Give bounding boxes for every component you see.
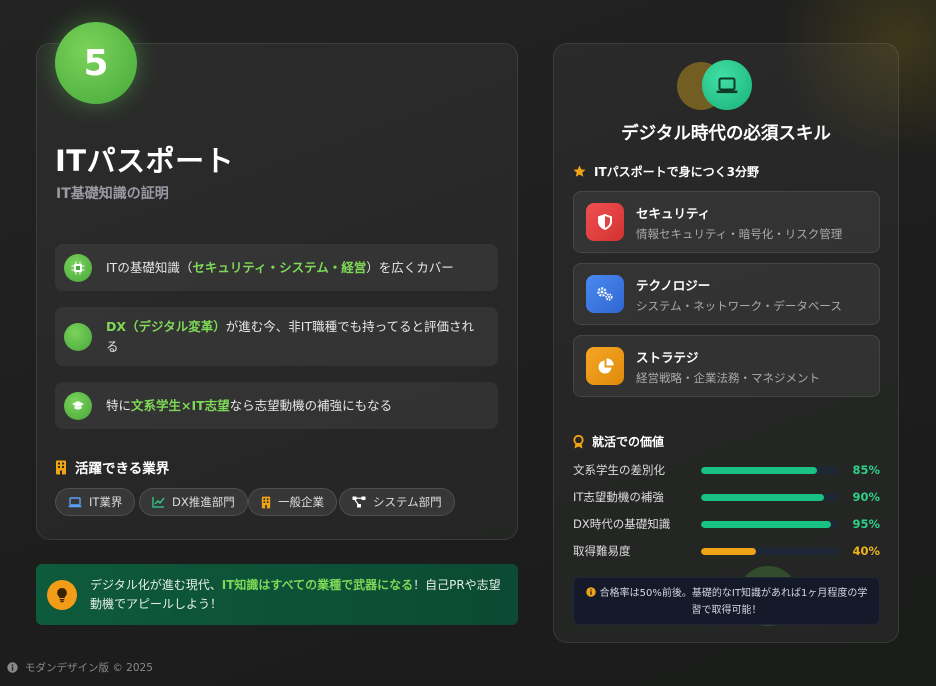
progress-percent: 40%: [852, 544, 880, 558]
value-bar-row: 取得難易度 40%: [573, 544, 880, 558]
value-bar-row: IT志望動機の補強 90%: [573, 490, 880, 504]
progress-percent: 85%: [852, 463, 880, 477]
industry-chip-general[interactable]: 一般企業: [248, 488, 337, 516]
point-text: 特に文系学生×IT志望なら志望動機の補強にもなる: [106, 397, 393, 413]
info-icon: [7, 662, 18, 673]
point-text: DX（デジタル変革）が進む今、非IT職種でも持ってると評価される: [106, 318, 474, 354]
building-icon: [55, 460, 67, 475]
point-item: 特に文系学生×IT志望なら志望動機の補強にもなる: [55, 382, 498, 429]
skill-technology: テクノロジー システム・ネットワーク・データベース: [573, 263, 880, 325]
network-icon: [352, 496, 366, 508]
note-box: 合格率は50%前後。基礎的なIT知識があれば1ヶ月程度の学習で取得可能！: [573, 577, 880, 625]
lightbulb-icon: [47, 579, 77, 610]
graduate-icon: [64, 391, 92, 420]
laptop-icon: [68, 496, 82, 508]
info-icon: [585, 587, 596, 603]
line-chart-icon: [152, 496, 165, 508]
shield-icon: [586, 203, 624, 241]
progress-fill: [701, 547, 756, 555]
point-item: DX（デジタル変革）が進む今、非IT職種でも持ってると評価される: [55, 307, 498, 366]
building-icon: [261, 496, 271, 509]
gears-icon: [586, 275, 624, 313]
point-item: ITの基礎知識（セキュリティ・システム・経営）を広くカバー: [55, 244, 498, 291]
skills-heading: ITパスポートで身につく3分野: [573, 163, 759, 180]
progress-track: [701, 493, 838, 501]
progress-fill: [701, 520, 832, 528]
chip-icon: [64, 253, 92, 282]
footer: モダンデザイン版 © 2025: [7, 660, 153, 675]
rank-badge: 5: [55, 22, 137, 104]
award-icon: [573, 434, 584, 449]
progress-track: [701, 547, 838, 555]
certificate-title: ITパスポート: [55, 144, 235, 178]
progress-percent: 90%: [852, 490, 880, 504]
star-icon: [573, 165, 586, 178]
industry-chip-dx[interactable]: DX推進部門: [139, 488, 248, 516]
industries-heading: 活躍できる業界: [55, 457, 169, 477]
pie-chart-icon: [586, 347, 624, 385]
tip-text: デジタル化が進む現代、IT知識はすべての業種で武器になる！自己PRや志望動機でア…: [90, 577, 501, 611]
skills-title: デジタル時代の必須スキル: [621, 124, 831, 144]
skill-strategy: ストラテジ 経営戦略・企業法務・マネジメント: [573, 335, 880, 397]
value-heading: 就活での価値: [573, 433, 664, 450]
laptop-icon: [702, 60, 752, 110]
progress-fill: [701, 493, 825, 501]
point-text: ITの基礎知識（セキュリティ・システム・経営）を広くカバー: [106, 259, 454, 275]
progress-track: [701, 520, 838, 528]
progress-percent: 95%: [852, 517, 880, 531]
circle-icon: [64, 322, 92, 351]
progress-fill: [701, 466, 818, 474]
skill-security: セキュリティ 情報セキュリティ・暗号化・リスク管理: [573, 191, 880, 253]
progress-track: [701, 466, 838, 474]
value-bar-row: DX時代の基礎知識 95%: [573, 517, 880, 531]
certificate-subtitle: IT基礎知識の証明: [56, 186, 169, 202]
value-bar-row: 文系学生の差別化 85%: [573, 463, 880, 477]
industry-chip-it[interactable]: IT業界: [55, 488, 136, 516]
industry-chip-system[interactable]: システム部門: [339, 488, 455, 516]
tip-banner: デジタル化が進む現代、IT知識はすべての業種で武器になる！自己PRや志望動機でア…: [36, 564, 518, 625]
